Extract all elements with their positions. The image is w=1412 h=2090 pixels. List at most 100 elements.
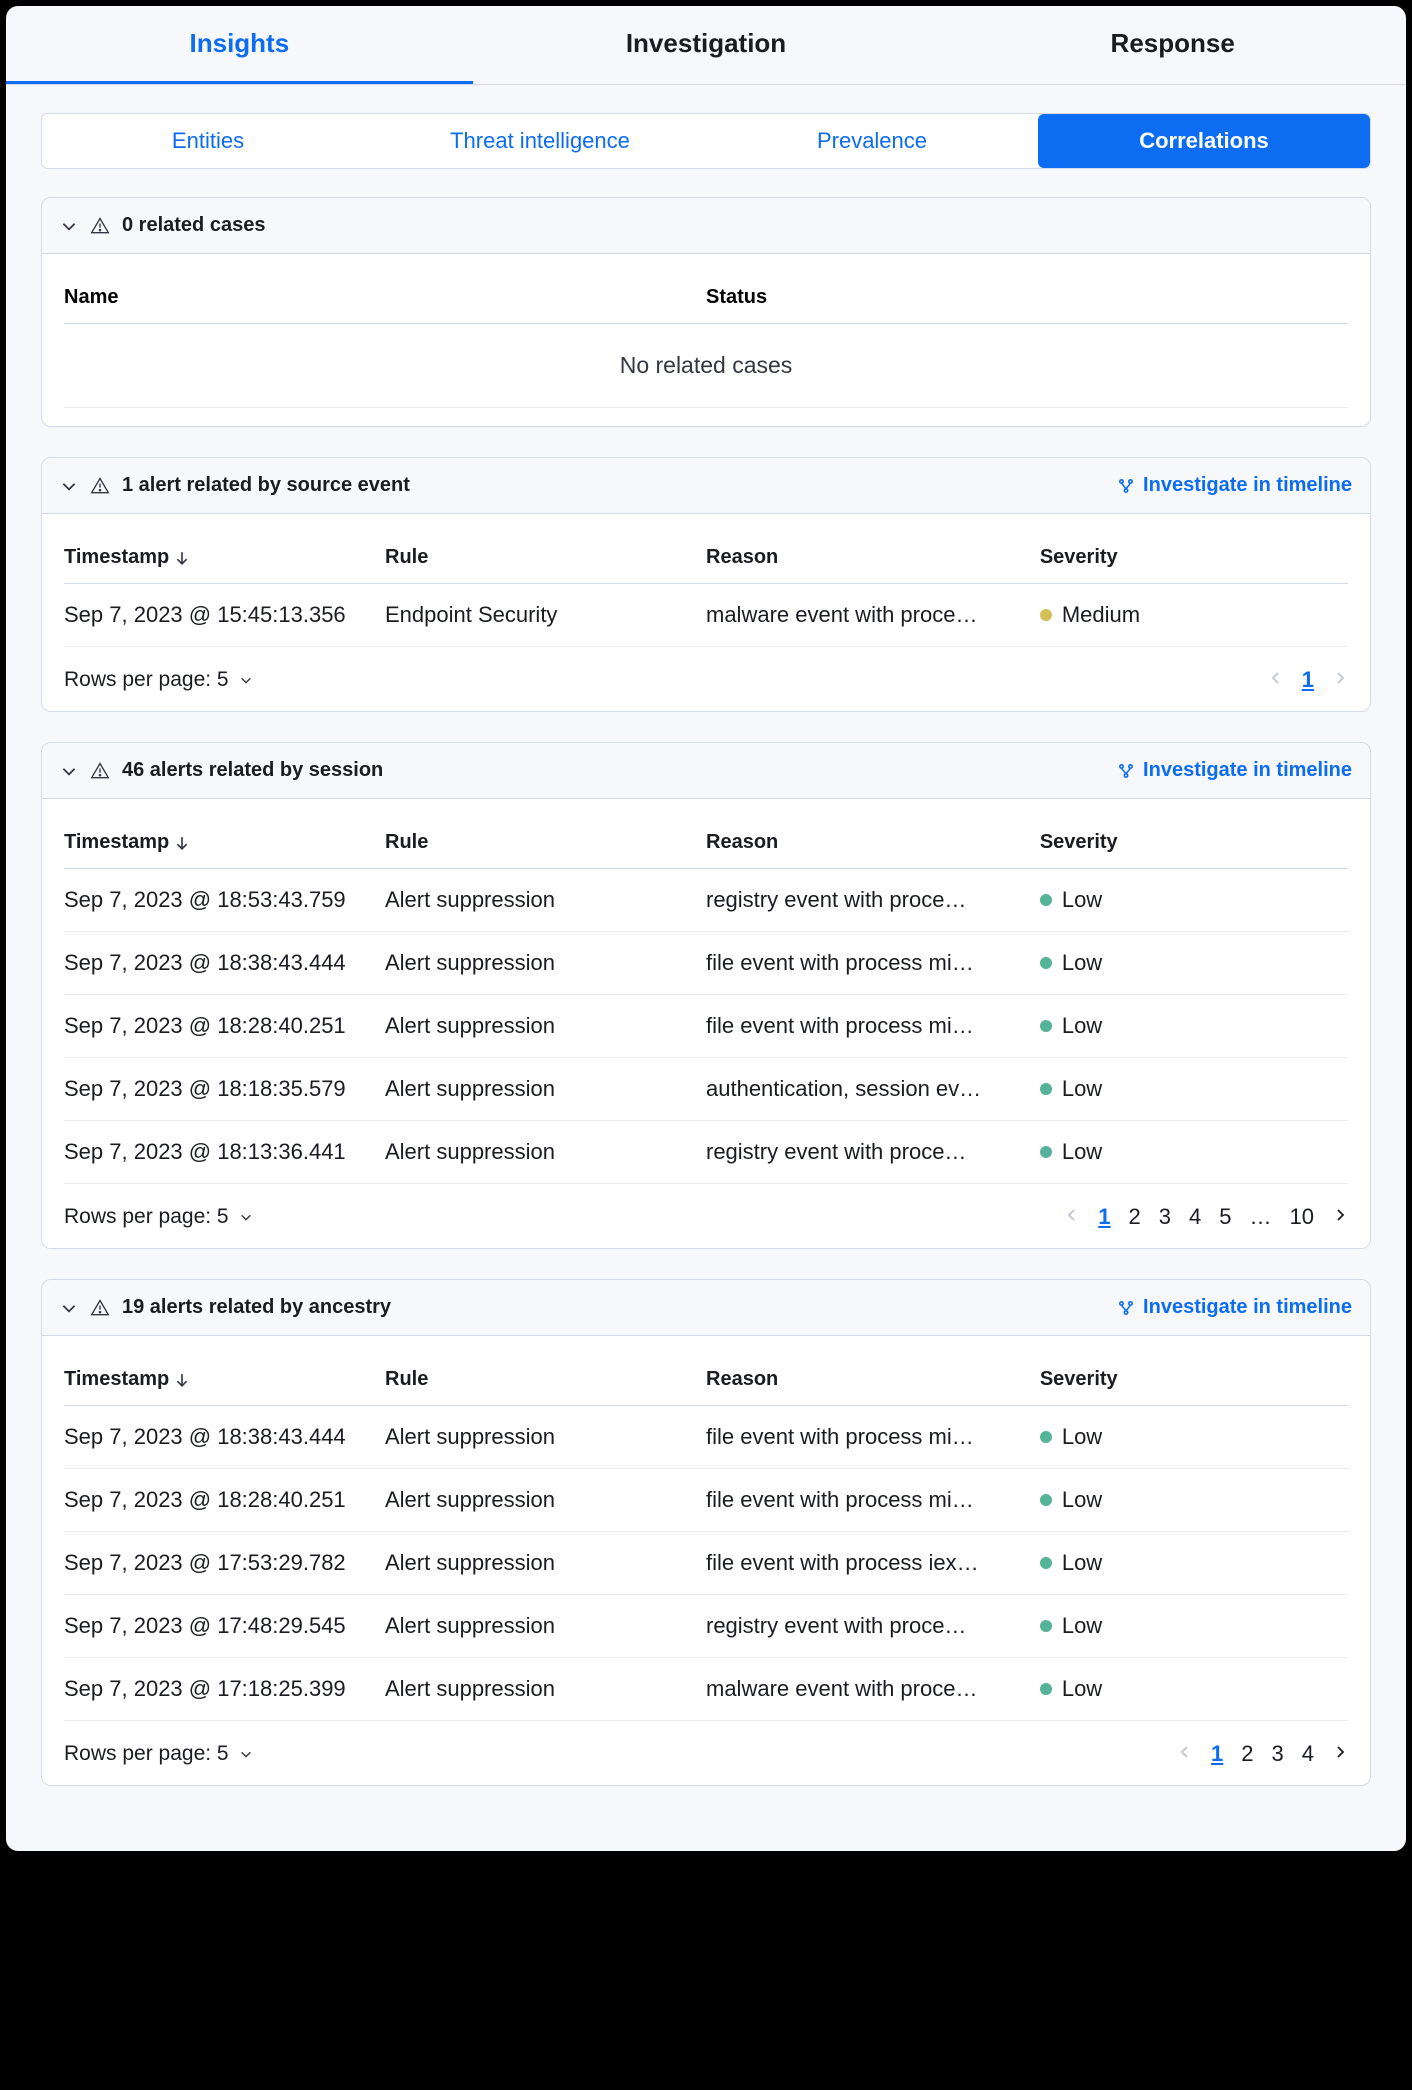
page-next[interactable] [1332, 1205, 1348, 1229]
page-next-icon[interactable] [1332, 1744, 1348, 1760]
cell-reason: registry event with proce… [706, 1613, 1040, 1639]
cell-reason: registry event with proce… [706, 1139, 1040, 1165]
page-1[interactable]: 1 [1211, 1741, 1223, 1767]
cell-reason: malware event with proce… [706, 602, 1040, 628]
col-name[interactable]: Name [64, 286, 706, 309]
cell-timestamp: Sep 7, 2023 @ 18:13:36.441 [64, 1139, 385, 1165]
col-reason[interactable]: Reason [706, 831, 1040, 854]
subtab-entities[interactable]: Entities [42, 114, 374, 168]
panel-title: 0 related cases [122, 214, 265, 237]
table-row[interactable]: Sep 7, 2023 @ 17:48:29.545Alert suppress… [64, 1595, 1348, 1658]
page-next[interactable] [1332, 668, 1348, 692]
table-row[interactable]: Sep 7, 2023 @ 15:45:13.356Endpoint Secur… [64, 584, 1348, 647]
cell-rule: Alert suppression [385, 1424, 706, 1450]
page-4[interactable]: 4 [1189, 1204, 1201, 1230]
table-row[interactable]: Sep 7, 2023 @ 18:28:40.251Alert suppress… [64, 1469, 1348, 1532]
page-1[interactable]: 1 [1302, 667, 1314, 693]
cell-timestamp: Sep 7, 2023 @ 17:48:29.545 [64, 1613, 385, 1639]
col-severity[interactable]: Severity [1040, 831, 1348, 854]
severity-dot-icon [1040, 1620, 1052, 1632]
page-3[interactable]: 3 [1159, 1204, 1171, 1230]
table-row[interactable]: Sep 7, 2023 @ 18:38:43.444Alert suppress… [64, 1406, 1348, 1469]
cell-reason: file event with process iex… [706, 1550, 1040, 1576]
sort-down-icon [175, 1373, 189, 1387]
col-status[interactable]: Status [706, 286, 1348, 309]
cell-timestamp: Sep 7, 2023 @ 18:18:35.579 [64, 1076, 385, 1102]
col-rule[interactable]: Rule [385, 546, 706, 569]
severity-dot-icon [1040, 1020, 1052, 1032]
chevron-down-icon[interactable] [60, 477, 78, 495]
chevron-down-icon[interactable] [60, 1299, 78, 1317]
rows-per-page-selector[interactable]: Rows per page: 5 [64, 1742, 253, 1766]
col-timestamp[interactable]: Timestamp [64, 831, 385, 854]
sort-down-icon [175, 551, 189, 565]
page-prev-icon[interactable] [1177, 1744, 1193, 1760]
cell-severity: Low [1040, 1013, 1348, 1039]
page-prev[interactable] [1268, 668, 1284, 692]
cell-reason: file event with process mi… [706, 1487, 1040, 1513]
cell-severity: Low [1040, 1139, 1348, 1165]
severity-dot-icon [1040, 1683, 1052, 1695]
page-prev-icon[interactable] [1064, 1207, 1080, 1223]
tab-investigation[interactable]: Investigation [473, 6, 940, 84]
page-prev-icon[interactable] [1268, 670, 1284, 686]
cell-rule: Alert suppression [385, 1013, 706, 1039]
page-prev[interactable] [1064, 1205, 1080, 1229]
page-prev[interactable] [1177, 1742, 1193, 1766]
sort-down-icon [175, 836, 189, 850]
cell-timestamp: Sep 7, 2023 @ 17:53:29.782 [64, 1550, 385, 1576]
timeline-icon [1117, 1299, 1135, 1317]
subtab-prevalence[interactable]: Prevalence [706, 114, 1038, 168]
page-10[interactable]: 10 [1290, 1204, 1314, 1230]
page-2[interactable]: 2 [1241, 1741, 1253, 1767]
table-row[interactable]: Sep 7, 2023 @ 18:18:35.579Alert suppress… [64, 1058, 1348, 1121]
col-reason[interactable]: Reason [706, 1368, 1040, 1391]
col-severity[interactable]: Severity [1040, 546, 1348, 569]
investigate-in-timeline-link[interactable]: Investigate in timeline [1117, 474, 1352, 497]
page-3[interactable]: 3 [1272, 1741, 1284, 1767]
severity-dot-icon [1040, 957, 1052, 969]
page-2[interactable]: 2 [1129, 1204, 1141, 1230]
table-row[interactable]: Sep 7, 2023 @ 18:28:40.251Alert suppress… [64, 995, 1348, 1058]
col-timestamp[interactable]: Timestamp [64, 546, 385, 569]
page-4[interactable]: 4 [1302, 1741, 1314, 1767]
subtab-threat-intelligence[interactable]: Threat intelligence [374, 114, 706, 168]
cell-reason: registry event with proce… [706, 887, 1040, 913]
cell-timestamp: Sep 7, 2023 @ 18:53:43.759 [64, 887, 385, 913]
cell-severity: Low [1040, 950, 1348, 976]
page-5[interactable]: 5 [1219, 1204, 1231, 1230]
col-severity[interactable]: Severity [1040, 1368, 1348, 1391]
rows-per-page-label: Rows per page: 5 [64, 1205, 229, 1229]
col-rule[interactable]: Rule [385, 831, 706, 854]
table-row[interactable]: Sep 7, 2023 @ 18:13:36.441Alert suppress… [64, 1121, 1348, 1184]
table-row[interactable]: Sep 7, 2023 @ 17:18:25.399Alert suppress… [64, 1658, 1348, 1721]
table-row[interactable]: Sep 7, 2023 @ 17:53:29.782Alert suppress… [64, 1532, 1348, 1595]
cell-rule: Alert suppression [385, 1550, 706, 1576]
chevron-down-icon[interactable] [60, 217, 78, 235]
page-next-icon[interactable] [1332, 670, 1348, 686]
cell-reason: authentication, session ev… [706, 1076, 1040, 1102]
panel-title: 1 alert related by source event [122, 474, 410, 497]
page-1[interactable]: 1 [1098, 1204, 1110, 1230]
chevron-down-icon[interactable] [60, 762, 78, 780]
rows-per-page-selector[interactable]: Rows per page: 5 [64, 668, 253, 692]
page-next[interactable] [1332, 1742, 1348, 1766]
col-rule[interactable]: Rule [385, 1368, 706, 1391]
investigate-label: Investigate in timeline [1143, 1296, 1352, 1319]
investigate-in-timeline-link[interactable]: Investigate in timeline [1117, 759, 1352, 782]
rows-per-page-selector[interactable]: Rows per page: 5 [64, 1205, 253, 1229]
subtab-correlations[interactable]: Correlations [1038, 114, 1370, 168]
severity-dot-icon [1040, 1083, 1052, 1095]
col-timestamp[interactable]: Timestamp [64, 1368, 385, 1391]
chevron-down-icon [239, 673, 253, 687]
chevron-down-icon [239, 1747, 253, 1761]
table-row[interactable]: Sep 7, 2023 @ 18:53:43.759Alert suppress… [64, 869, 1348, 932]
col-reason[interactable]: Reason [706, 546, 1040, 569]
warning-icon [90, 216, 110, 236]
tab-response[interactable]: Response [939, 6, 1406, 84]
table-row[interactable]: Sep 7, 2023 @ 18:38:43.444Alert suppress… [64, 932, 1348, 995]
investigate-in-timeline-link[interactable]: Investigate in timeline [1117, 1296, 1352, 1319]
cell-rule: Alert suppression [385, 887, 706, 913]
page-next-icon[interactable] [1332, 1207, 1348, 1223]
tab-insights[interactable]: Insights [6, 6, 473, 84]
